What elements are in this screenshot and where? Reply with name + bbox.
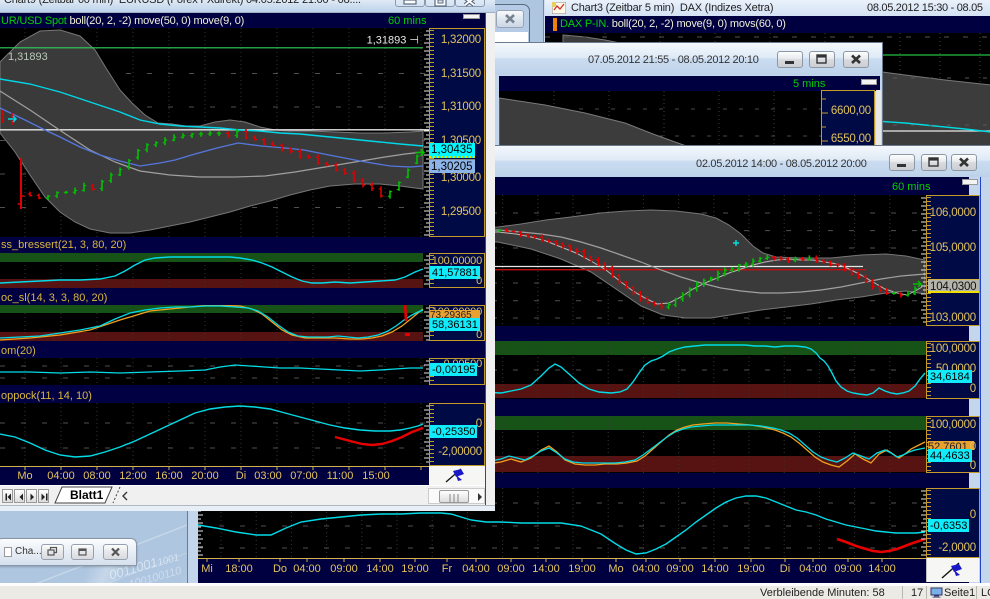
svg-text:Blatt1: Blatt1	[70, 488, 104, 502]
svg-text:1,31893 ⊣: 1,31893 ⊣	[367, 35, 419, 47]
svg-text:1,31893: 1,31893	[8, 51, 48, 63]
